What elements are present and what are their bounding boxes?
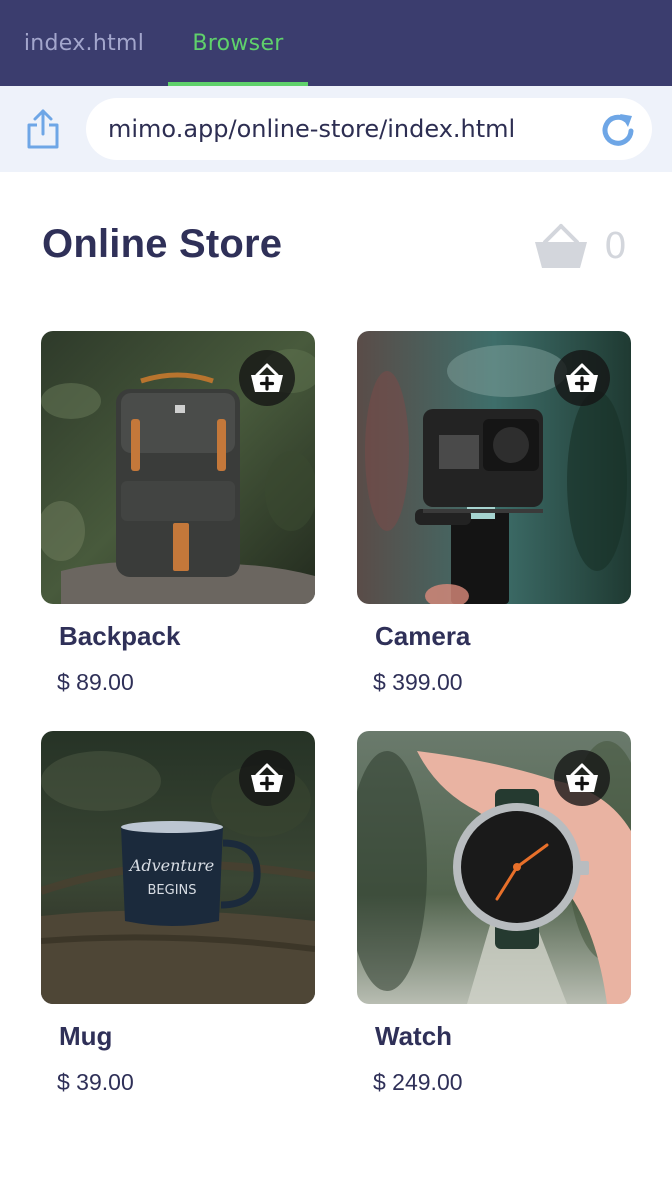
basket-plus-icon (566, 763, 598, 792)
page-title: Online Store (42, 222, 283, 266)
product-name: Watch (375, 1021, 453, 1051)
add-to-cart-button[interactable] (554, 750, 610, 806)
url-text: mimo.app/online-store/index.html (108, 115, 516, 143)
add-to-cart-button[interactable] (239, 350, 295, 406)
editor-tab-bar: index.html Browser (0, 0, 672, 86)
product-name: Backpack (59, 621, 181, 651)
basket-plus-icon (251, 763, 283, 792)
product-price: $ 249.00 (373, 1069, 463, 1095)
product-price: $ 89.00 (57, 669, 134, 695)
product-price: $ 39.00 (57, 1069, 134, 1095)
tab-index-html[interactable]: index.html (0, 0, 168, 86)
reload-icon[interactable] (598, 110, 638, 150)
add-to-cart-button[interactable] (239, 750, 295, 806)
tab-index-html-label: index.html (23, 30, 145, 56)
cart-count: 0 (604, 226, 627, 267)
browser-address-bar: mimo.app/online-store/index.html (0, 86, 672, 172)
tab-browser-label: Browser (192, 30, 284, 56)
product-price: $ 399.00 (373, 669, 463, 695)
svg-text:Adventure: Adventure (128, 856, 214, 875)
basket-plus-icon (251, 363, 283, 392)
product-name: Camera (375, 621, 471, 651)
add-to-cart-button[interactable] (554, 350, 610, 406)
basket-icon[interactable] (533, 222, 589, 270)
url-field[interactable]: mimo.app/online-store/index.html (86, 98, 652, 160)
svg-text:BEGINS: BEGINS (147, 883, 196, 898)
tab-browser[interactable]: Browser (168, 0, 308, 86)
basket-plus-icon (566, 363, 598, 392)
share-icon[interactable] (24, 108, 62, 150)
product-name: Mug (59, 1021, 113, 1051)
